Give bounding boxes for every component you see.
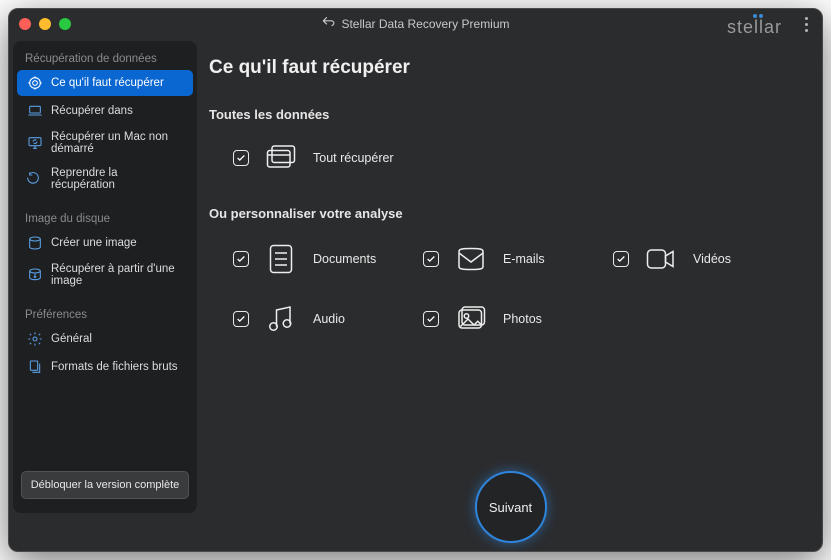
sidebar-item-recover-from-image[interactable]: Récupérer à partir d'une image	[17, 258, 193, 292]
unlock-full-version-button[interactable]: Débloquer la version complète	[21, 471, 189, 499]
document-icon	[263, 241, 299, 277]
option-videos: Vidéos	[613, 241, 803, 277]
option-recover-all: Tout récupérer	[233, 140, 812, 176]
file-stack-icon	[27, 359, 43, 375]
checkbox-recover-all[interactable]	[233, 150, 249, 166]
checkbox-photos[interactable]	[423, 311, 439, 327]
app-title: Stellar Data Recovery Premium	[341, 17, 509, 31]
app-window: Stellar Data Recovery Premium stellar Ré…	[8, 8, 823, 552]
sidebar-header-recovery: Récupération de données	[13, 47, 197, 69]
brand-pre: ste	[727, 17, 754, 37]
sidebar-item-label: Récupérer un Mac non démarré	[51, 131, 183, 155]
sidebar-item-label: Créer une image	[51, 237, 137, 249]
traffic-lights	[19, 18, 71, 30]
sidebar-item-resume-recovery[interactable]: Reprendre la récupération	[17, 162, 193, 196]
option-label: Tout récupérer	[313, 151, 394, 165]
sidebar-item-label: Formats de fichiers bruts	[51, 361, 178, 373]
sidebar-item-what-to-recover[interactable]: Ce qu'il faut récupérer	[17, 70, 193, 96]
music-note-icon	[263, 301, 299, 337]
option-documents: Documents	[233, 241, 423, 277]
option-label: E-mails	[503, 252, 545, 266]
monitor-reload-icon	[27, 135, 43, 151]
folder-stack-icon	[263, 140, 299, 176]
gear-icon	[27, 331, 43, 347]
main-panel: Ce qu'il faut récupérer Toutes les donné…	[209, 57, 812, 537]
disk-arrow-icon	[27, 267, 43, 283]
sidebar-item-raw-formats[interactable]: Formats de fichiers bruts	[17, 354, 193, 380]
sidebar-item-recover-non-booting[interactable]: Récupérer un Mac non démarré	[17, 126, 193, 160]
sidebar-item-label: Ce qu'il faut récupérer	[51, 77, 164, 89]
sidebar-item-label: Récupérer à partir d'une image	[51, 263, 183, 287]
option-label: Photos	[503, 312, 542, 326]
envelope-icon	[453, 241, 489, 277]
sidebar-header-prefs: Préférences	[13, 303, 197, 325]
checkbox-videos[interactable]	[613, 251, 629, 267]
checkbox-audio[interactable]	[233, 311, 249, 327]
page-title: Ce qu'il faut récupérer	[209, 57, 812, 79]
sidebar-item-general[interactable]: Général	[17, 326, 193, 352]
title-bar: Stellar Data Recovery Premium stellar	[9, 9, 822, 39]
disk-icon	[27, 235, 43, 251]
next-button[interactable]: Suivant	[475, 471, 547, 543]
option-label: Audio	[313, 312, 345, 326]
sidebar-item-label: Reprendre la récupération	[51, 167, 183, 191]
all-data-heading: Toutes les données	[209, 107, 812, 122]
resume-icon	[27, 171, 43, 187]
video-icon	[643, 241, 679, 277]
brand-post: ar	[764, 17, 782, 37]
option-label: Documents	[313, 252, 376, 266]
brand-logo: stellar	[727, 17, 782, 38]
customize-heading: Ou personnaliser votre analyse	[209, 206, 812, 221]
laptop-icon	[27, 103, 43, 119]
minimize-window-button[interactable]	[39, 18, 51, 30]
back-icon[interactable]	[321, 15, 335, 34]
sidebar-item-recover-from[interactable]: Récupérer dans	[17, 98, 193, 124]
sidebar: Récupération de données Ce qu'il faut ré…	[13, 41, 197, 513]
zoom-window-button[interactable]	[59, 18, 71, 30]
target-icon	[27, 75, 43, 91]
next-label: Suivant	[489, 500, 532, 515]
option-photos: Photos	[423, 301, 613, 337]
option-audio: Audio	[233, 301, 423, 337]
sidebar-item-label: Général	[51, 333, 92, 345]
sidebar-item-label: Récupérer dans	[51, 105, 133, 117]
checkbox-documents[interactable]	[233, 251, 249, 267]
sidebar-header-image: Image du disque	[13, 207, 197, 229]
photo-icon	[453, 301, 489, 337]
kebab-menu-icon[interactable]	[805, 17, 808, 32]
option-label: Vidéos	[693, 252, 731, 266]
title-center: Stellar Data Recovery Premium	[9, 15, 822, 34]
unlock-label: Débloquer la version complète	[31, 479, 180, 491]
checkbox-emails[interactable]	[423, 251, 439, 267]
sidebar-item-create-image[interactable]: Créer une image	[17, 230, 193, 256]
option-emails: E-mails	[423, 241, 613, 277]
close-window-button[interactable]	[19, 18, 31, 30]
